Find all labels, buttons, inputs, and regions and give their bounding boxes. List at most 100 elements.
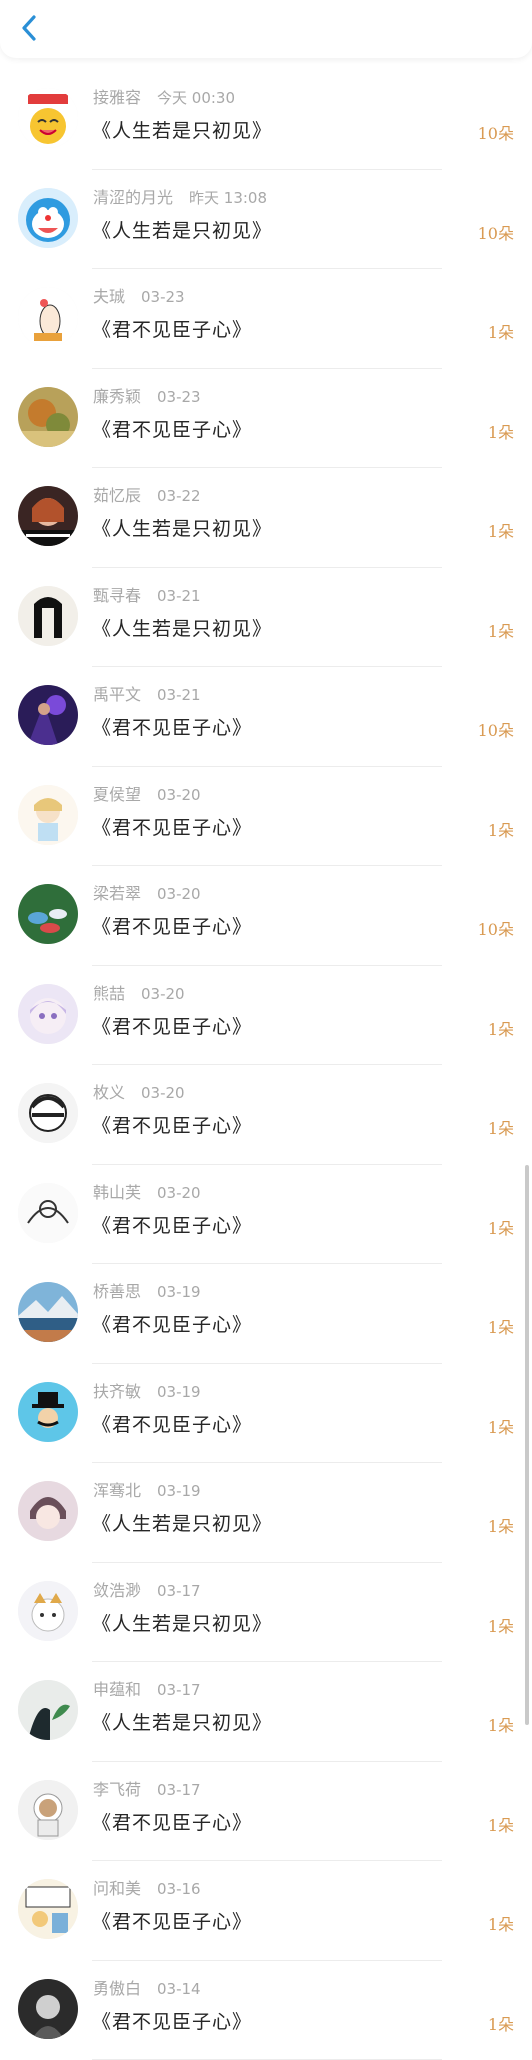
avatar[interactable] — [18, 188, 78, 248]
avatar[interactable] — [18, 1581, 78, 1641]
list-item[interactable]: 梁若翠03-20《君不见臣子心》10朵 — [0, 866, 532, 966]
work-title: 《人生若是只初见》 — [92, 216, 272, 243]
list-item[interactable]: 扶齐敏03-19《君不见臣子心》1朵 — [0, 1364, 532, 1464]
avatar[interactable] — [18, 685, 78, 745]
flower-count: 1朵 — [488, 1115, 514, 1139]
list-item[interactable]: 接雅容今天 00:30《人生若是只初见》10朵 — [0, 70, 532, 170]
avatar-image — [18, 1382, 78, 1442]
work-title: 《人生若是只初见》 — [92, 116, 272, 143]
item-meta: 夫珹 03-23 — [93, 283, 185, 305]
user-name: 敛浩渺 — [93, 1581, 141, 1600]
avatar[interactable] — [18, 1680, 78, 1740]
work-title: 《君不见臣子心》 — [92, 912, 252, 939]
flower-count: 1朵 — [488, 319, 514, 343]
flower-count: 1朵 — [488, 1215, 514, 1239]
avatar[interactable] — [18, 486, 78, 546]
flower-count: 1朵 — [488, 618, 514, 642]
gift-list: 接雅容今天 00:30 《人生若是只初见》 10朵 清涩的月光昨天 13:08 《人生若… — [0, 70, 532, 2060]
avatar-image — [18, 1183, 78, 1243]
timestamp: 03-20 — [157, 885, 201, 903]
item-meta: 韩山芙03-20 — [93, 1179, 201, 1201]
user-name: 勇傲白 — [93, 1979, 141, 1998]
avatar[interactable] — [18, 1481, 78, 1541]
avatar-image — [18, 486, 78, 546]
flower-count: 1朵 — [488, 1016, 514, 1040]
work-title: 《君不见臣子心》 — [92, 713, 252, 740]
timestamp: 03-20 — [141, 1084, 185, 1102]
work-title: 《君不见臣子心》 — [92, 1012, 252, 1039]
list-item[interactable]: 问和美03-16《君不见臣子心》1朵 — [0, 1861, 532, 1961]
list-item[interactable]: 枚义03-20《君不见臣子心》1朵 — [0, 1065, 532, 1165]
avatar[interactable] — [18, 1979, 78, 2039]
list-item[interactable]: 禹平文03-21《君不见臣子心》10朵 — [0, 667, 532, 767]
work-title: 《君不见臣子心》 — [92, 1410, 252, 1437]
item-meta: 浑骞北03-19 — [93, 1477, 201, 1499]
timestamp: 03-19 — [157, 1383, 201, 1401]
flower-count: 1朵 — [488, 1513, 514, 1537]
avatar[interactable] — [18, 1382, 78, 1442]
timestamp: 03-17 — [157, 1781, 201, 1799]
avatar-image — [18, 1083, 78, 1143]
list-item[interactable]: 勇傲白03-14《君不见臣子心》1朵 — [0, 1961, 532, 2060]
avatar[interactable] — [18, 884, 78, 944]
timestamp: 03-23 — [141, 288, 185, 306]
flower-count: 1朵 — [488, 1314, 514, 1338]
avatar-image — [18, 188, 78, 248]
chevron-left-icon — [20, 14, 38, 42]
scrollbar[interactable] — [525, 1165, 529, 1725]
avatar[interactable] — [18, 387, 78, 447]
avatar-image — [18, 1879, 78, 1939]
avatar[interactable] — [18, 287, 78, 347]
flower-count: 1朵 — [488, 518, 514, 542]
list-item[interactable]: 茹忆辰03-22《人生若是只初见》1朵 — [0, 468, 532, 568]
user-name: 李飞荷 — [93, 1780, 141, 1799]
list-item[interactable]: 敛浩渺03-17《人生若是只初见》1朵 — [0, 1563, 532, 1663]
list-item[interactable]: 浑骞北03-19《人生若是只初见》1朵 — [0, 1463, 532, 1563]
avatar[interactable] — [18, 1879, 78, 1939]
top-bar — [0, 0, 532, 58]
work-title: 《君不见臣子心》 — [92, 415, 252, 442]
back-button[interactable] — [14, 12, 44, 44]
list-item[interactable]: 申蕴和03-17《人生若是只初见》1朵 — [0, 1662, 532, 1762]
item-meta: 接雅容今天 00:30 — [93, 84, 235, 106]
list-item[interactable]: 熊喆03-20《君不见臣子心》1朵 — [0, 966, 532, 1066]
list-item[interactable]: 甄寻春03-21《人生若是只初见》1朵 — [0, 568, 532, 668]
avatar-image — [18, 387, 78, 447]
avatar-image — [18, 685, 78, 745]
flower-count: 1朵 — [488, 2011, 514, 2035]
avatar[interactable] — [18, 1083, 78, 1143]
timestamp: 03-20 — [157, 1184, 201, 1202]
list-item[interactable]: 清涩的月光昨天 13:08 《人生若是只初见》 10朵 — [0, 170, 532, 270]
list-item[interactable]: 夏侯望03-20《君不见臣子心》1朵 — [0, 767, 532, 867]
work-title: 《君不见臣子心》 — [92, 315, 252, 342]
list-item[interactable]: 李飞荷03-17《君不见臣子心》1朵 — [0, 1762, 532, 1862]
timestamp: 03-17 — [157, 1582, 201, 1600]
flower-count: 1朵 — [488, 1613, 514, 1637]
flower-count: 10朵 — [478, 717, 514, 741]
timestamp: 03-23 — [157, 388, 201, 406]
user-name: 夫珹 — [93, 287, 125, 306]
avatar[interactable] — [18, 1780, 78, 1840]
avatar[interactable] — [18, 586, 78, 646]
timestamp: 03-17 — [157, 1681, 201, 1699]
avatar[interactable] — [18, 1282, 78, 1342]
avatar-image — [18, 1780, 78, 1840]
avatar-image — [18, 287, 78, 347]
user-name: 禹平文 — [93, 685, 141, 704]
work-title: 《君不见臣子心》 — [92, 813, 252, 840]
list-item[interactable]: 韩山芙03-20《君不见臣子心》1朵 — [0, 1165, 532, 1265]
item-meta: 清涩的月光昨天 13:08 — [93, 184, 267, 206]
avatar-image — [18, 586, 78, 646]
list-item[interactable]: 廉秀颖03-23《君不见臣子心》1朵 — [0, 369, 532, 469]
flower-count: 10朵 — [478, 220, 514, 244]
avatar[interactable] — [18, 984, 78, 1044]
work-title: 《人生若是只初见》 — [92, 514, 272, 541]
user-name: 梁若翠 — [93, 884, 141, 903]
avatar[interactable] — [18, 1183, 78, 1243]
avatar[interactable] — [18, 785, 78, 845]
list-item[interactable]: 夫珹 03-23 《君不见臣子心》 1朵 — [0, 269, 532, 369]
list-item[interactable]: 桥善思03-19《君不见臣子心》1朵 — [0, 1264, 532, 1364]
timestamp: 昨天 13:08 — [189, 189, 267, 207]
flower-count: 1朵 — [488, 1812, 514, 1836]
avatar[interactable] — [18, 88, 78, 148]
